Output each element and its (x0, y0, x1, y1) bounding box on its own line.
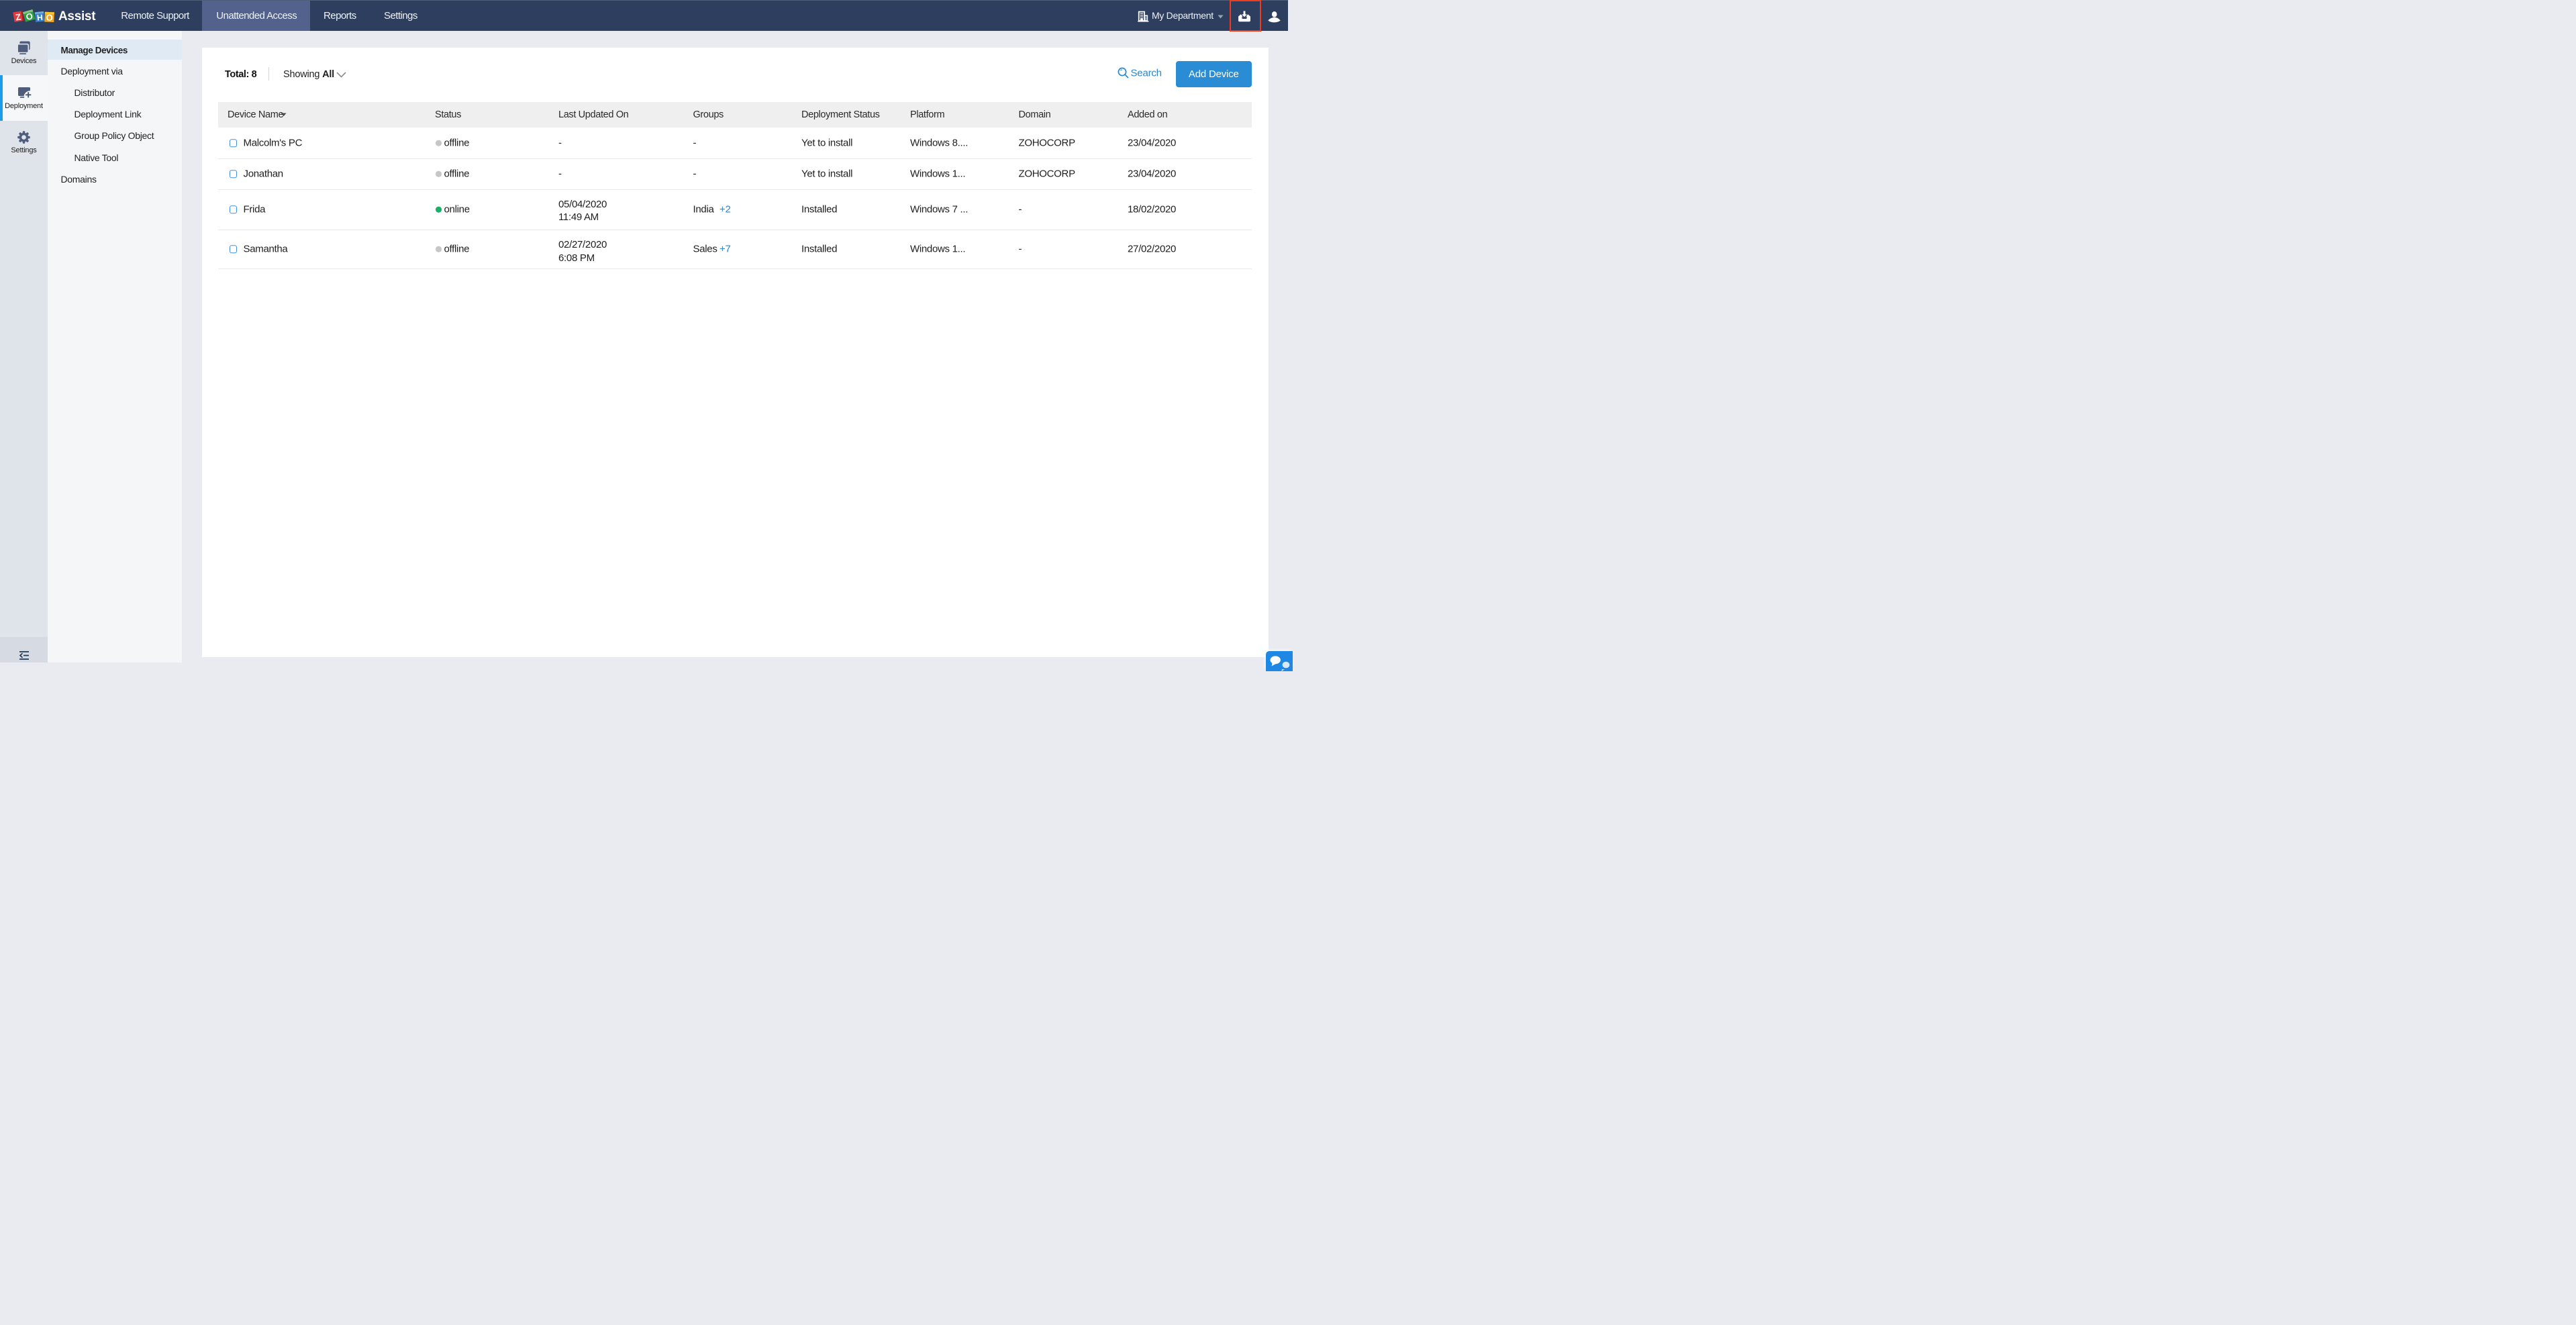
svg-text:H: H (36, 13, 43, 23)
svg-text:O: O (46, 13, 53, 23)
